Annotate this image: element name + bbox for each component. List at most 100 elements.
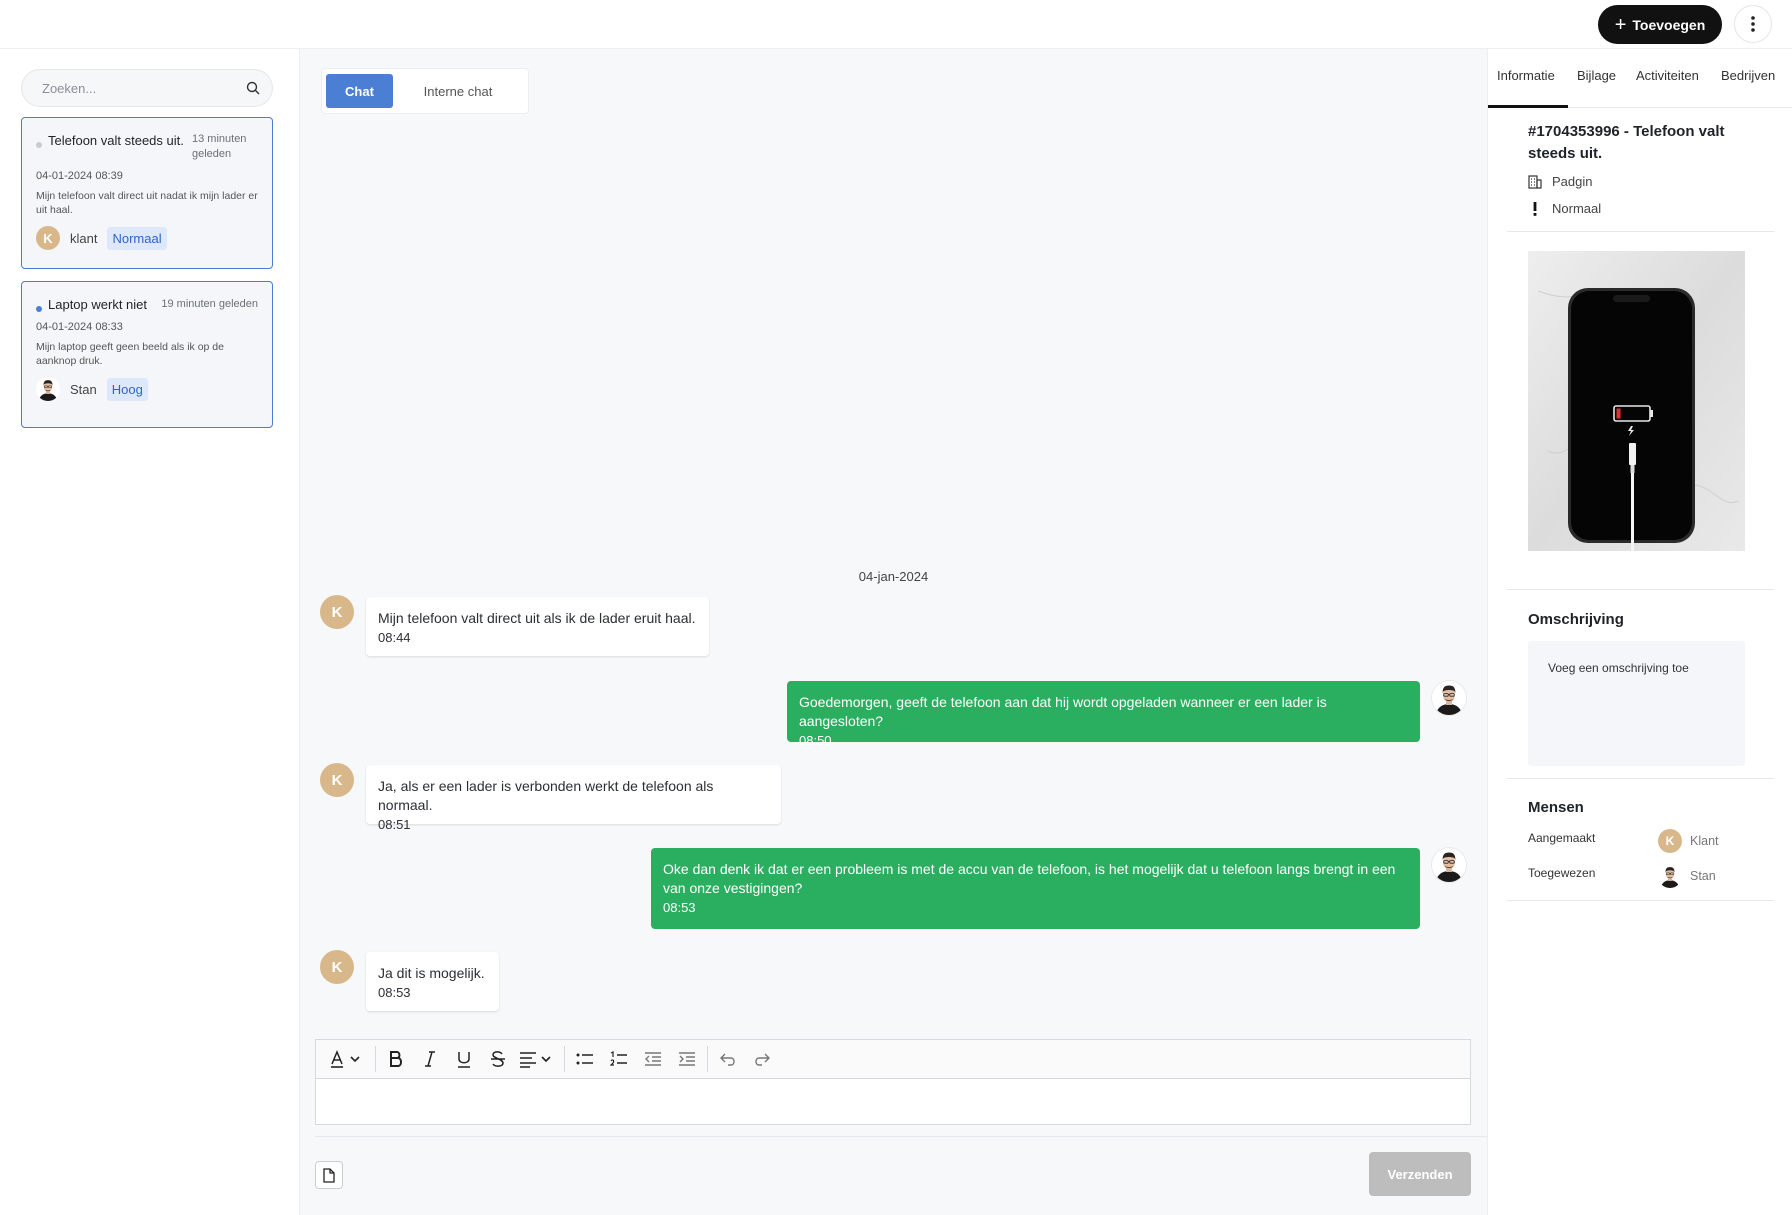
assigned-label: Toegewezen [1528,866,1596,880]
file-icon [323,1167,335,1183]
strikethrough-icon [491,1051,505,1067]
bold-icon [390,1051,402,1067]
message-time: 08:53 [663,900,696,915]
tab-internal-chat[interactable]: Interne chat [393,74,523,108]
outdent-button[interactable] [636,1044,670,1074]
assigned-to-name: Stan [1690,869,1716,883]
chat-message-incoming: Mijn telefoon valt direct uit als ik de … [366,597,709,656]
message-text: Mijn telefoon valt direct uit als ik de … [378,610,696,626]
more-options-button[interactable] [1734,5,1772,43]
message-time: 08:51 [378,817,411,832]
search-input[interactable] [42,80,246,96]
ticket-date: 04-01-2024 08:39 [36,170,123,182]
exclamation-icon [1533,201,1537,216]
chat-tabs: Chat Interne chat [321,68,529,114]
priority-badge: Hoog [106,377,148,401]
outdent-icon [645,1052,661,1066]
ticket-description: Mijn telefoon valt direct uit nadat ik m… [36,190,258,216]
kebab-menu-icon [1751,16,1755,32]
divider [1507,778,1774,779]
ticket-description: Mijn laptop geeft geen beeld als ik op d… [36,341,224,367]
redo-button[interactable] [745,1044,779,1074]
tab-activiteiten[interactable]: Activiteiten [1636,68,1699,83]
editor-toolbar [316,1040,1470,1079]
numbered-list-icon [610,1051,627,1066]
align-icon [520,1052,551,1068]
ticket-title: Telefoon valt steeds uit. [48,133,184,148]
underline-button[interactable] [447,1044,481,1074]
avatar: K [320,763,354,797]
search-icon[interactable] [246,81,260,95]
add-button-label: Toevoegen [1632,16,1706,33]
details-tabs: Informatie Bijlage Activiteiten Bedrijve… [1488,49,1792,108]
message-time: 08:53 [378,985,411,1000]
toolbar-divider [375,1046,376,1072]
search-box [21,69,273,107]
bold-button[interactable] [379,1044,413,1074]
date-separator: 04-jan-2024 [858,569,929,584]
message-time: 08:50 [799,733,832,748]
send-button[interactable]: Verzenden [1369,1152,1471,1196]
message-editor [315,1039,1471,1125]
ticket-date: 04-01-2024 08:33 [36,321,123,333]
avatar: K [320,595,354,629]
avatar: K [1658,829,1682,853]
people-heading: Mensen [1528,799,1584,816]
ticket-title: Laptop werkt niet [48,297,148,312]
description-field[interactable]: Voeg een omschrijving toe [1528,641,1745,766]
company-name: Padgin [1552,174,1593,189]
ticket-age: 13 minuten geleden [192,133,247,160]
strikethrough-button[interactable] [481,1044,515,1074]
tab-informatie[interactable]: Informatie [1497,68,1555,83]
message-input[interactable] [316,1079,1470,1125]
tab-bijlage[interactable]: Bijlage [1577,68,1616,83]
redo-icon [755,1053,770,1066]
message-text: Ja dit is mogelijk. [378,965,485,981]
company-row: Padgin [1528,174,1592,189]
status-dot [36,306,42,312]
top-bar: + Toevoegen [0,0,1792,48]
divider [1507,589,1774,590]
avatar [36,377,60,401]
plus-icon: + [1614,13,1627,36]
avatar: K [320,950,354,984]
tab-chat[interactable]: Chat [326,74,393,108]
attachment-image[interactable] [1528,251,1745,551]
created-by-name: Klant [1690,834,1719,848]
priority-row: Normaal [1528,201,1601,216]
undo-button[interactable] [711,1044,745,1074]
ticket-card[interactable]: Telefoon valt steeds uit. 13 minuten gel… [21,117,273,269]
align-button[interactable] [515,1044,561,1074]
avatar [1432,848,1466,882]
priority-badge: Normaal [107,226,167,250]
ticket-card[interactable]: Laptop werkt niet 19 minuten geleden 04-… [21,281,273,428]
ticket-details-panel: Informatie Bijlage Activiteiten Bedrijve… [1487,48,1792,1215]
message-text: Goedemorgen, geeft de telefoon aan dat h… [799,694,1327,729]
active-tab-indicator [1488,105,1568,108]
attach-file-button[interactable] [315,1161,343,1189]
ticket-sidebar: Telefoon valt steeds uit. 13 minuten gel… [0,48,300,1215]
indent-button[interactable] [670,1044,704,1074]
text-color-button[interactable] [326,1044,372,1074]
message-text: Ja, als er een lader is verbonden werkt … [378,778,714,813]
message-text: Oke dan denk ik dat er een probleem is m… [663,861,1396,896]
numbered-list-button[interactable] [602,1044,636,1074]
created-by-row: Aangemaakt K Klant [1528,829,1748,853]
divider [1507,900,1774,901]
italic-button[interactable] [413,1044,447,1074]
chat-message-incoming: Ja dit is mogelijk. 08:53 [366,952,499,1011]
ticket-user: Stan [70,381,97,397]
indent-icon [679,1052,695,1066]
tab-bedrijven[interactable]: Bedrijven [1721,68,1775,83]
message-time: 08:44 [378,630,411,645]
ticket-age: 19 minuten geleden [161,298,258,310]
undo-icon [720,1053,735,1066]
divider [1507,231,1774,232]
bullet-list-button[interactable] [568,1044,602,1074]
add-button[interactable]: + Toevoegen [1598,5,1722,44]
chat-message-incoming: Ja, als er een lader is verbonden werkt … [366,765,781,832]
chat-message-outgoing: Goedemorgen, geeft de telefoon aan dat h… [787,681,1420,748]
avatar [1432,681,1466,715]
created-label: Aangemaakt [1528,831,1596,845]
assigned-to-row: Toegewezen Stan [1528,866,1748,880]
